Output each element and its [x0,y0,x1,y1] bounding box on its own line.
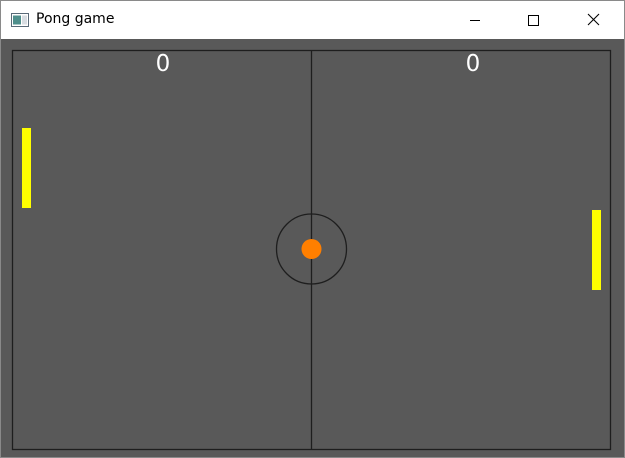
left-paddle [22,128,31,208]
left-score: 0 [155,51,171,77]
game-canvas[interactable]: 0 0 [1,39,624,457]
minimize-button[interactable] [446,1,504,39]
ball [301,239,322,259]
maximize-button[interactable] [504,1,562,39]
pong-field [11,49,612,451]
minimize-icon [469,11,481,30]
close-icon [587,11,600,30]
right-paddle [592,210,601,290]
title-bar[interactable]: Pong game [1,1,624,39]
window-title: Pong game [36,11,115,27]
right-score: 0 [465,51,481,77]
pong-window: Pong game 0 0 [0,0,625,458]
app-window-icon [11,12,29,27]
maximize-icon [527,11,539,30]
close-button[interactable] [562,1,624,39]
